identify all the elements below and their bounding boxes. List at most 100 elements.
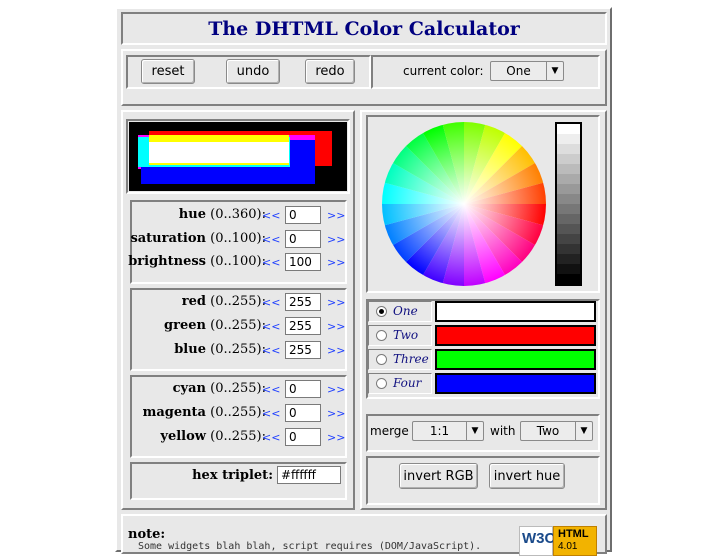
cyan-input[interactable]: 0 xyxy=(285,380,321,398)
slot-one-radio[interactable] xyxy=(376,306,387,317)
merge-label: merge xyxy=(370,424,409,438)
chevron-down-icon: ▼ xyxy=(466,422,483,440)
cyan-decrease[interactable]: << xyxy=(262,383,280,396)
current-color-label: current color: xyxy=(403,64,484,78)
blue-increase[interactable]: >> xyxy=(327,344,345,357)
green-range: (0..255): xyxy=(210,318,266,333)
brightness-increase[interactable]: >> xyxy=(327,256,345,269)
hue-input[interactable]: 0 xyxy=(285,206,321,224)
brightness-step[interactable] xyxy=(557,224,580,234)
brightness-step[interactable] xyxy=(557,134,580,144)
brightness-step[interactable] xyxy=(557,144,580,154)
yellow-input[interactable]: 0 xyxy=(285,428,321,446)
invert-rgb-button[interactable]: invert RGB xyxy=(399,463,478,489)
brightness-decrease[interactable]: << xyxy=(262,256,280,269)
green-name: green xyxy=(164,318,206,333)
magenta-range: (0..255): xyxy=(210,405,266,420)
yellow-decrease[interactable]: << xyxy=(262,431,280,444)
slot-four-radio[interactable] xyxy=(376,378,387,389)
slot-two-name: Two xyxy=(393,328,419,342)
magenta-increase[interactable]: >> xyxy=(327,407,345,420)
slot-two-radio[interactable] xyxy=(376,330,387,341)
slot-four-name: Four xyxy=(393,376,422,390)
html-badge-label: HTML xyxy=(558,528,589,540)
cyan-name: cyan xyxy=(172,381,206,396)
hex-input[interactable]: #ffffff xyxy=(277,466,341,484)
yellow-name: yellow xyxy=(160,429,206,444)
blue-input[interactable]: 255 xyxy=(285,341,321,359)
merge-ratio-value: 1:1 xyxy=(429,424,450,438)
hue-range: (0..360): xyxy=(210,207,266,222)
saturation-label: saturation (0..100): xyxy=(130,231,266,246)
blue-label: blue (0..255): xyxy=(174,342,266,357)
brightness-step[interactable] xyxy=(557,244,580,254)
brightness-step[interactable] xyxy=(557,234,580,244)
green-decrease[interactable]: << xyxy=(262,320,280,333)
reset-button[interactable]: reset xyxy=(141,59,195,84)
brightness-step[interactable] xyxy=(557,164,580,174)
invert-hue-button[interactable]: invert hue xyxy=(489,463,565,489)
w3c-logo: W3C xyxy=(519,526,555,556)
blue-decrease[interactable]: << xyxy=(262,344,280,357)
magenta-decrease[interactable]: << xyxy=(262,407,280,420)
brightness-step[interactable] xyxy=(557,264,580,274)
saturation-increase[interactable]: >> xyxy=(327,233,345,246)
page-title: The DHTML Color Calculator xyxy=(208,18,520,40)
redo-button[interactable]: redo xyxy=(305,59,355,84)
red-range: (0..255): xyxy=(210,294,266,309)
red-input[interactable]: 255 xyxy=(285,293,321,311)
brightness-step[interactable] xyxy=(557,184,580,194)
slot-two-swatch[interactable] xyxy=(435,325,596,346)
cyan-increase[interactable]: >> xyxy=(327,383,345,396)
brightness-step[interactable] xyxy=(557,254,580,264)
green-increase[interactable]: >> xyxy=(327,320,345,333)
saturation-name: saturation xyxy=(130,231,206,246)
yellow-label: yellow (0..255): xyxy=(160,429,266,444)
slot-one-name: One xyxy=(393,304,418,318)
chevron-down-icon: ▼ xyxy=(546,62,563,80)
magenta-name: magenta xyxy=(142,405,206,420)
red-name: red xyxy=(181,294,206,309)
slot-three-name: Three xyxy=(393,352,429,366)
slot-four-swatch[interactable] xyxy=(435,373,596,394)
yellow-increase[interactable]: >> xyxy=(327,431,345,444)
w3c-html-badge[interactable]: W3C HTML 4.01 xyxy=(519,526,597,556)
hue-decrease[interactable]: << xyxy=(262,209,280,222)
magenta-label: magenta (0..255): xyxy=(143,405,266,420)
brightness-input[interactable]: 100 xyxy=(285,253,321,271)
brightness-step[interactable] xyxy=(557,174,580,184)
chevron-down-icon: ▼ xyxy=(575,422,592,440)
merge-ratio-select[interactable]: 1:1 ▼ xyxy=(412,421,484,441)
brightness-step[interactable] xyxy=(557,204,580,214)
merge-with-value: Two xyxy=(536,424,560,438)
yellow-range: (0..255): xyxy=(210,429,266,444)
brightness-step[interactable] xyxy=(557,194,580,204)
magenta-input[interactable]: 0 xyxy=(285,404,321,422)
cyan-range: (0..255): xyxy=(210,381,266,396)
title-bar: The DHTML Color Calculator xyxy=(121,12,607,45)
saturation-range: (0..100): xyxy=(210,231,266,246)
undo-button[interactable]: undo xyxy=(226,59,280,84)
color-wheel[interactable] xyxy=(380,120,548,288)
brightness-step[interactable] xyxy=(557,274,580,284)
red-decrease[interactable]: << xyxy=(262,296,280,309)
merge-with-select[interactable]: Two ▼ xyxy=(520,421,593,441)
green-label: green (0..255): xyxy=(164,318,266,333)
brightness-bar[interactable] xyxy=(555,122,582,286)
hue-name: hue xyxy=(178,207,206,222)
brightness-step[interactable] xyxy=(557,214,580,224)
brightness-step[interactable] xyxy=(557,154,580,164)
red-increase[interactable]: >> xyxy=(327,296,345,309)
saturation-decrease[interactable]: << xyxy=(262,233,280,246)
slot-three-swatch[interactable] xyxy=(435,349,596,370)
merge-with-label: with xyxy=(490,424,516,438)
slot-three-radio[interactable] xyxy=(376,354,387,365)
current-color-value: One xyxy=(506,64,531,78)
green-input[interactable]: 255 xyxy=(285,317,321,335)
current-color-select[interactable]: One ▼ xyxy=(490,61,564,81)
hue-increase[interactable]: >> xyxy=(327,209,345,222)
brightness-step[interactable] xyxy=(557,124,580,134)
slot-one-swatch[interactable] xyxy=(435,301,596,322)
html-badge: HTML 4.01 xyxy=(553,526,597,556)
saturation-input[interactable]: 0 xyxy=(285,230,321,248)
